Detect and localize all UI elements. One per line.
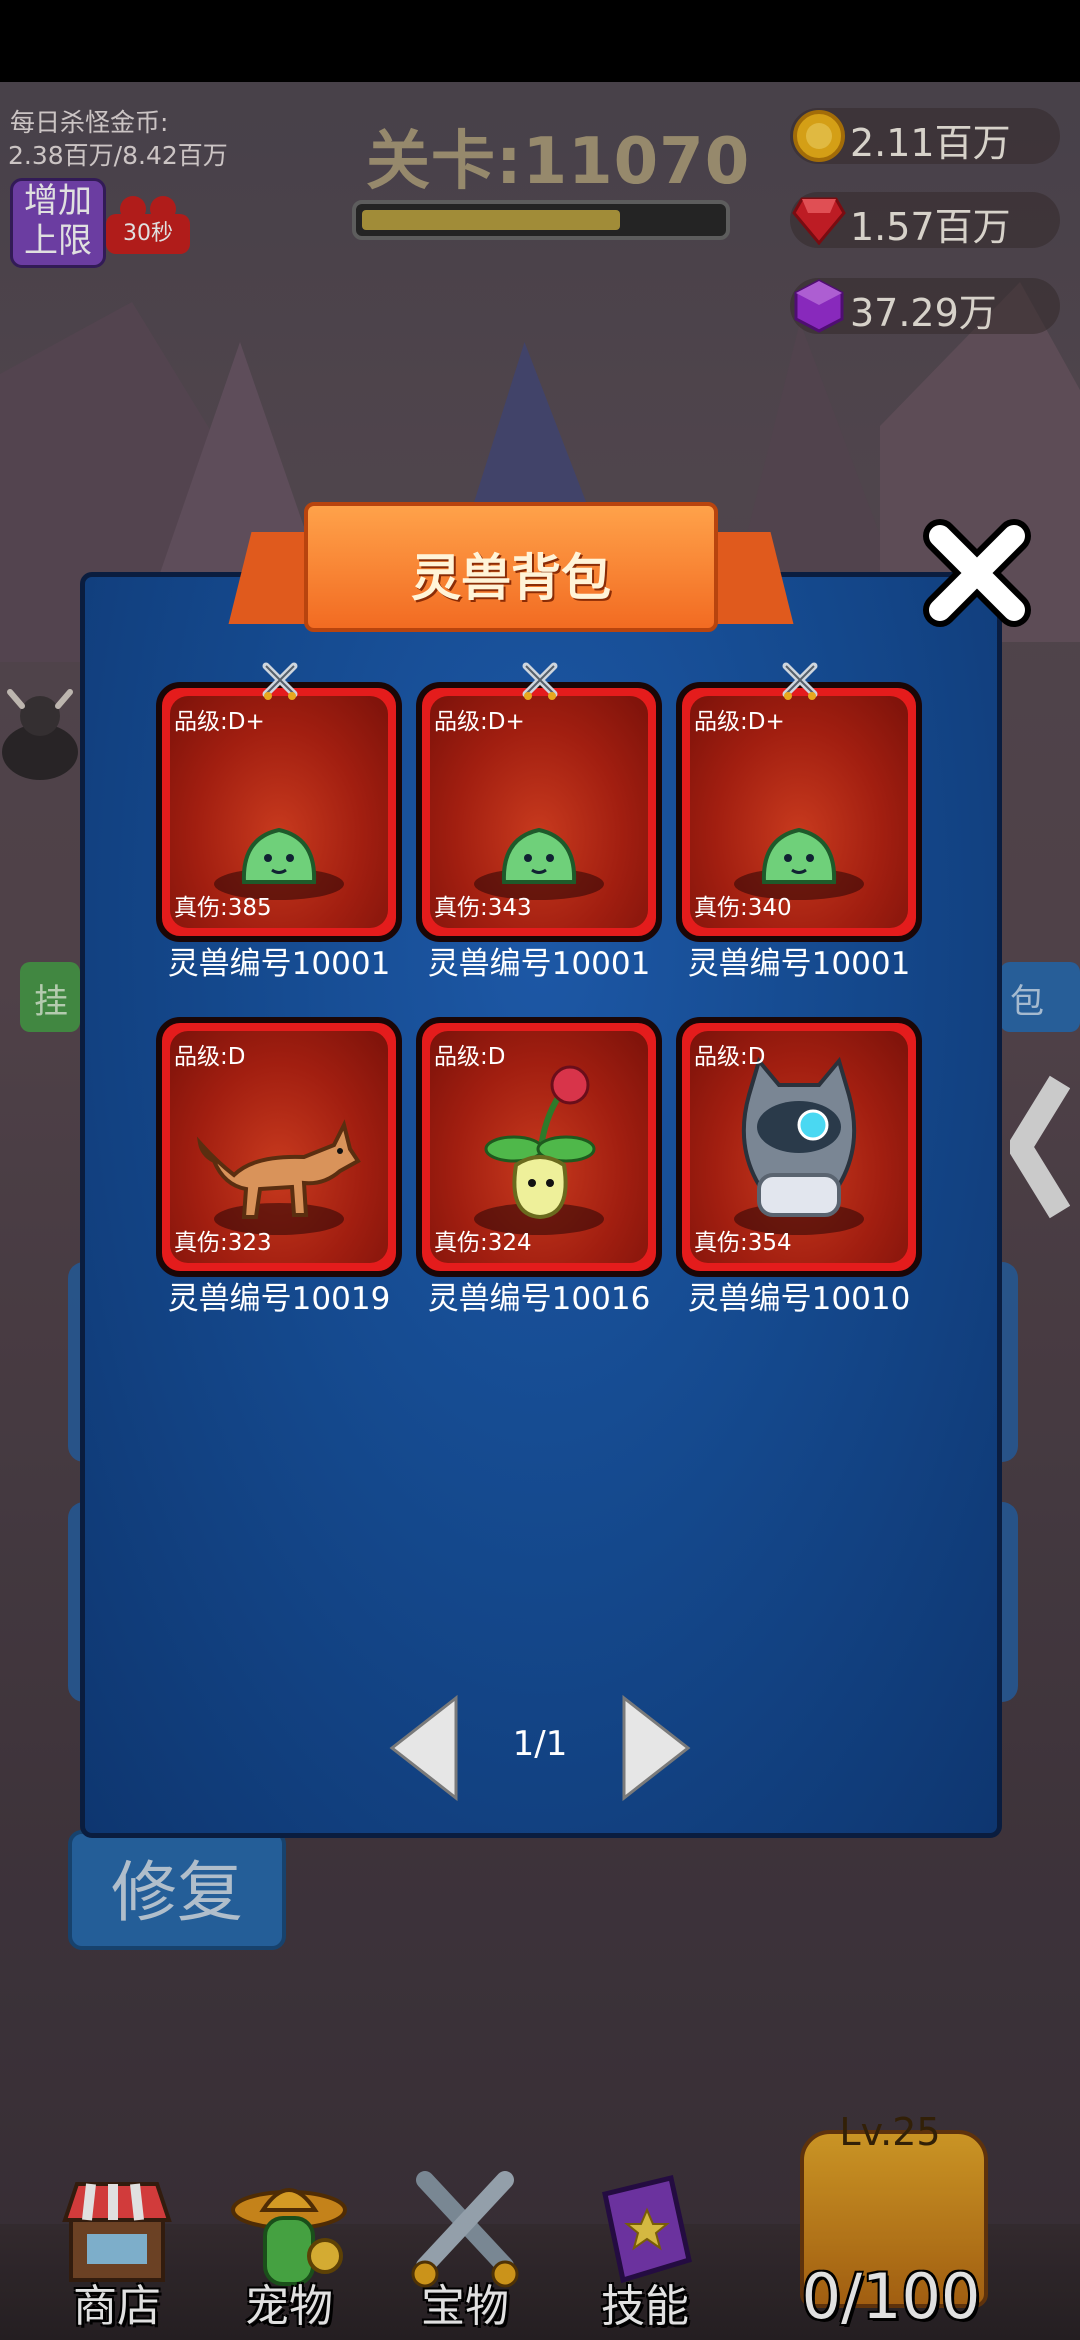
pet-card-background: 品级:D+ 真伤:385: [170, 696, 388, 928]
rose-plant-icon: [474, 1065, 604, 1229]
pet-card-background: 品级:D+ 真伤:340: [690, 696, 908, 928]
arrow-left-icon: [389, 1694, 458, 1802]
pet-damage: 真伤:340: [694, 895, 792, 921]
close-icon: [923, 519, 1031, 627]
pet-damage: 真伤:323: [174, 1230, 272, 1256]
pet-name: 灵兽编号10001: [427, 946, 651, 982]
pet-grade: 品级:D+: [174, 709, 265, 735]
pet-damage: 真伤:354: [694, 1230, 792, 1256]
pet-damage: 真伤:324: [434, 1230, 532, 1256]
next-page-button[interactable]: [620, 1694, 692, 1802]
pet-card[interactable]: 品级:D+ 真伤:340: [676, 682, 922, 942]
pet-card[interactable]: 品级:D+ 真伤:343: [416, 682, 662, 942]
page-indicator: 1/1: [512, 1724, 568, 1764]
pet-grade: 品级:D: [694, 1044, 766, 1070]
green-slime-icon: [754, 820, 844, 894]
pet-card[interactable]: 品级:D 真伤:354: [676, 1017, 922, 1277]
modal-title: 灵兽背包: [411, 549, 611, 607]
armored-cat-icon: [729, 1055, 869, 1229]
pet-damage: 真伤:385: [174, 895, 272, 921]
pet-name: 灵兽编号10016: [427, 1281, 651, 1317]
prev-page-button[interactable]: [388, 1694, 460, 1802]
pet-card-background: 品级:D 真伤:323: [170, 1031, 388, 1263]
pet-card-background: 品级:D 真伤:354: [690, 1031, 908, 1263]
pet-grade: 品级:D: [174, 1044, 246, 1070]
modal-title-ribbon: 灵兽背包: [228, 502, 794, 640]
arrow-right-icon: [622, 1694, 691, 1802]
pet-card-background: 品级:D 真伤:324: [430, 1031, 648, 1263]
equipped-swords-icon: [780, 662, 820, 702]
pet-name: 灵兽编号10001: [687, 946, 911, 982]
green-slime-icon: [234, 820, 324, 894]
pet-grade: 品级:D: [434, 1044, 506, 1070]
fox-icon: [194, 1105, 364, 1229]
equipped-swords-icon: [520, 662, 560, 702]
pet-grade: 品级:D+: [434, 709, 525, 735]
pet-name: 灵兽编号10001: [167, 946, 391, 982]
pet-name: 灵兽编号10010: [687, 1281, 911, 1317]
pet-name: 灵兽编号10019: [167, 1281, 391, 1317]
pet-grade: 品级:D+: [694, 709, 785, 735]
close-button[interactable]: [922, 518, 1032, 628]
pet-card[interactable]: 品级:D+ 真伤:385: [156, 682, 402, 942]
pet-card-background: 品级:D+ 真伤:343: [430, 696, 648, 928]
green-slime-icon: [494, 820, 584, 894]
equipped-swords-icon: [260, 662, 300, 702]
pet-card[interactable]: 品级:D 真伤:323: [156, 1017, 402, 1277]
pet-card[interactable]: 品级:D 真伤:324: [416, 1017, 662, 1277]
pet-damage: 真伤:343: [434, 895, 532, 921]
